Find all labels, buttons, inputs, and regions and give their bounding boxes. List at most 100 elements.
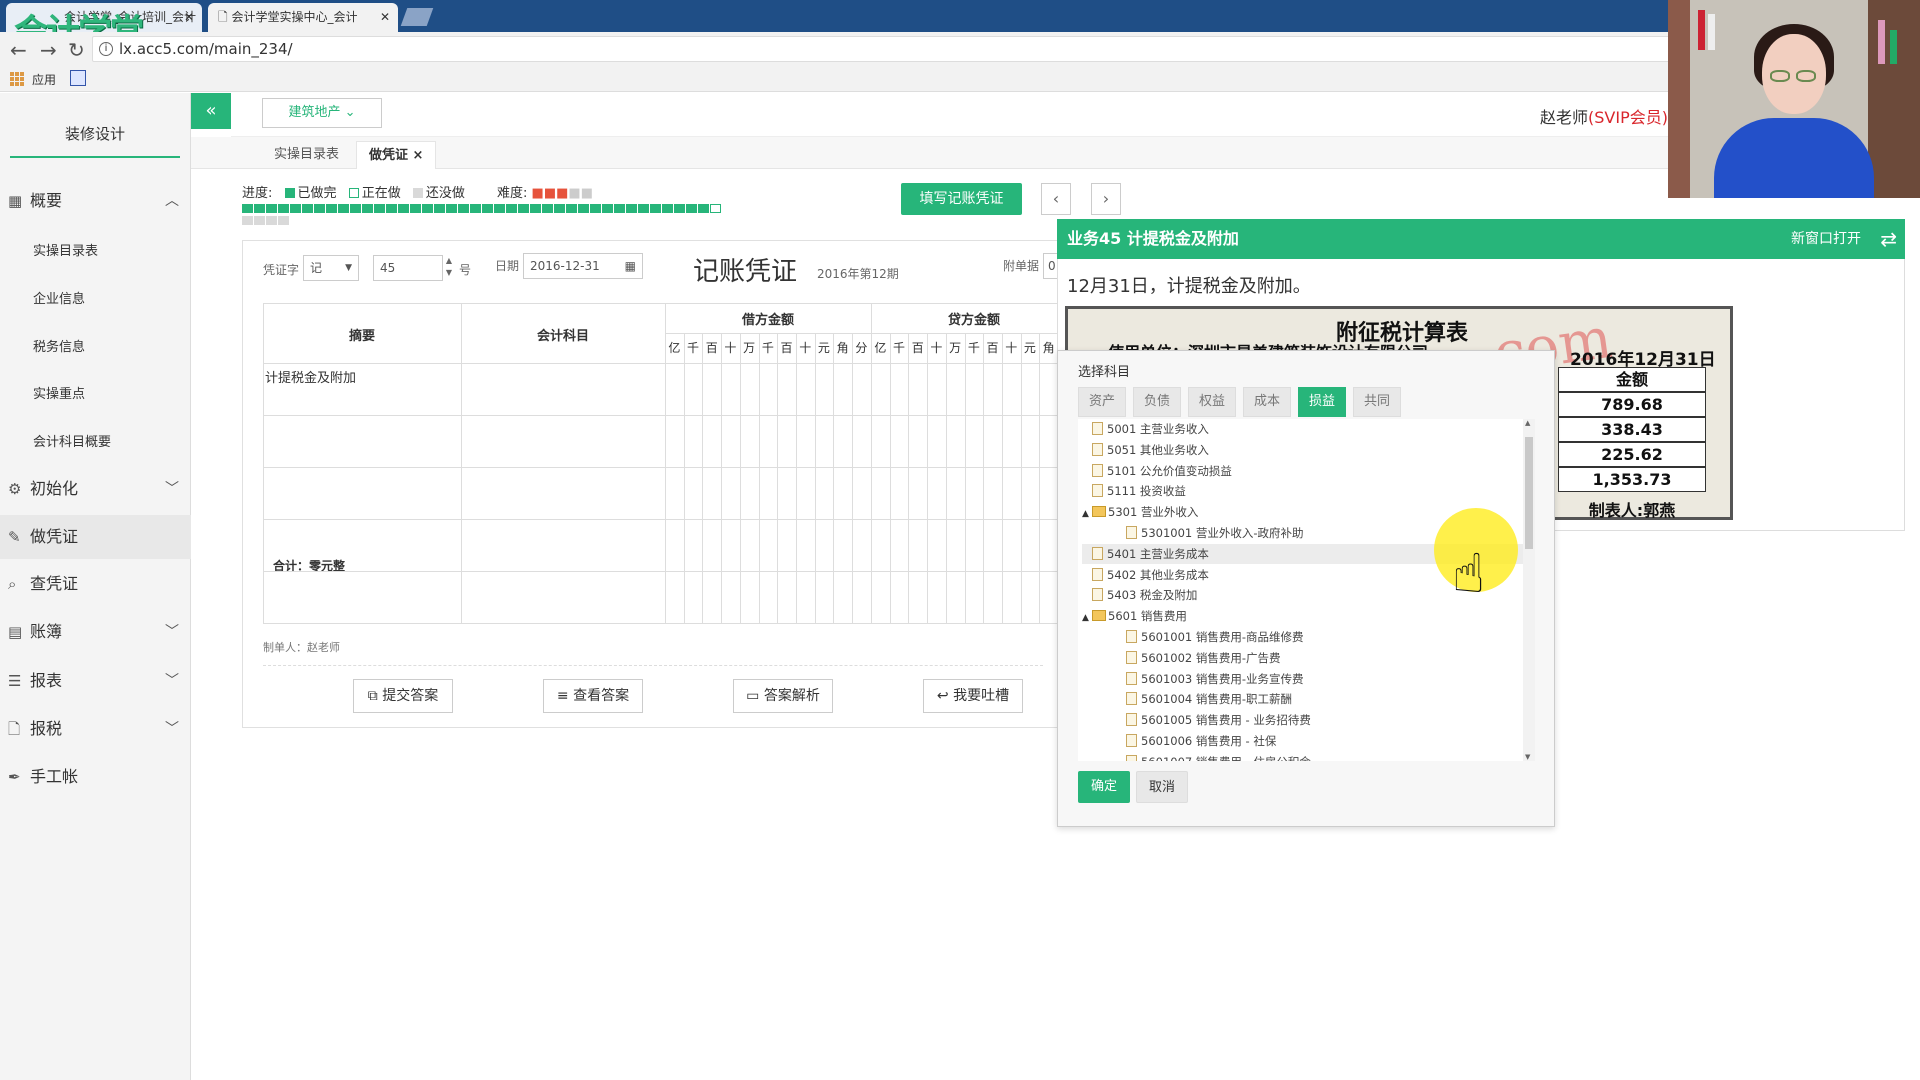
progress-cell-done[interactable]: [242, 204, 253, 213]
progress-cell-done[interactable]: [638, 204, 649, 213]
progress-cell-done[interactable]: [566, 204, 577, 213]
progress-cell-done[interactable]: [386, 204, 397, 213]
close-icon[interactable]: ✕: [380, 3, 390, 32]
progress-cell-done[interactable]: [518, 204, 529, 213]
url-input[interactable]: i lx.acc5.com/main_234/: [92, 36, 1672, 62]
progress-cell-done[interactable]: [698, 204, 709, 213]
progress-cell-done[interactable]: [446, 204, 457, 213]
subject-tab[interactable]: 成本: [1243, 387, 1291, 417]
progress-cell-done[interactable]: [554, 204, 565, 213]
cancel-button[interactable]: 取消: [1136, 771, 1188, 803]
progress-cell-done[interactable]: [422, 204, 433, 213]
close-icon[interactable]: ×: [413, 148, 424, 163]
feedback-button[interactable]: ↩ 我要吐槽: [923, 679, 1023, 713]
tree-item[interactable]: 5601003 销售费用-业务宣传费: [1116, 669, 1523, 689]
next-button[interactable]: ›: [1091, 183, 1121, 215]
progress-cell-done[interactable]: [578, 204, 589, 213]
open-new-window-link[interactable]: 新窗口打开: [1791, 219, 1861, 259]
voucher-date-input[interactable]: 2016-12-31 ▦: [523, 253, 643, 279]
number-stepper[interactable]: ▲ ▼: [443, 255, 455, 281]
progress-cell-done[interactable]: [374, 204, 385, 213]
sidebar-item-tax[interactable]: 🗋 报税 ﹀: [0, 707, 191, 751]
tree-item[interactable]: 5001 主营业务收入: [1082, 419, 1523, 439]
bookmark-icon[interactable]: [70, 70, 86, 86]
progress-cell-done[interactable]: [434, 204, 445, 213]
tab-make-voucher[interactable]: 做凭证 ×: [356, 141, 437, 169]
tree-item[interactable]: 5601006 销售费用 - 社保: [1116, 731, 1523, 751]
progress-cell-done[interactable]: [338, 204, 349, 213]
progress-cell-done[interactable]: [362, 204, 373, 213]
switch-icon[interactable]: ⇄: [1880, 219, 1897, 259]
bookmark-apps[interactable]: 应用: [32, 71, 56, 88]
sidebar-subitem-company[interactable]: 企业信息: [33, 288, 85, 307]
sidebar-item-init[interactable]: ⚙ 初始化 ﹀: [0, 467, 191, 511]
scroll-up-icon[interactable]: ▲: [1525, 419, 1530, 427]
confirm-button[interactable]: 确定: [1078, 771, 1130, 803]
row1-summary[interactable]: 计提税金及附加: [265, 367, 356, 386]
progress-cell-done[interactable]: [662, 204, 673, 213]
sidebar-subitem-key-points[interactable]: 实操重点: [33, 383, 85, 402]
view-answer-button[interactable]: ≡ 查看答案: [543, 679, 643, 713]
progress-cell-done[interactable]: [686, 204, 697, 213]
progress-cell-done[interactable]: [266, 204, 277, 213]
tree-item[interactable]: 5111 投资收益: [1082, 481, 1523, 501]
subject-tab[interactable]: 共同: [1353, 387, 1401, 417]
tree-item[interactable]: 5101 公允价值变动损益: [1082, 461, 1523, 481]
progress-cell-todo[interactable]: [254, 216, 265, 225]
voucher-number-input[interactable]: 45: [373, 255, 443, 281]
tree-folder-item[interactable]: ▲ 5601 销售费用: [1082, 606, 1523, 626]
progress-cell-done[interactable]: [350, 204, 361, 213]
sidebar-subitem-catalog[interactable]: 实操目录表: [33, 240, 98, 259]
sidebar-subitem-accounts[interactable]: 会计科目概要: [33, 431, 111, 450]
tree-item[interactable]: 5601004 销售费用-职工薪酬: [1116, 689, 1523, 709]
answer-explain-button[interactable]: ▭ 答案解析: [733, 679, 833, 713]
progress-cell-todo[interactable]: [242, 216, 253, 225]
collapse-toggle-icon[interactable]: ▲: [1082, 504, 1092, 524]
progress-cell-done[interactable]: [458, 204, 469, 213]
progress-cell-done[interactable]: [470, 204, 481, 213]
subject-tab[interactable]: 负债: [1133, 387, 1181, 417]
sidebar-item-check-voucher[interactable]: ⌕ 查凭证: [0, 562, 191, 606]
subject-tab[interactable]: 损益: [1298, 387, 1346, 417]
sidebar-item-manual[interactable]: ✒ 手工帐: [0, 755, 191, 799]
subject-tab[interactable]: 权益: [1188, 387, 1236, 417]
progress-cell-done[interactable]: [314, 204, 325, 213]
tree-item[interactable]: 5601001 销售费用-商品维修费: [1116, 627, 1523, 647]
reload-icon[interactable]: ↻: [68, 38, 85, 62]
back-icon[interactable]: ←: [10, 38, 27, 62]
apps-icon[interactable]: [10, 72, 24, 86]
progress-cell-done[interactable]: [674, 204, 685, 213]
scrollbar-thumb[interactable]: [1525, 437, 1533, 549]
progress-cell-todo[interactable]: [278, 216, 289, 225]
collapse-sidebar-button[interactable]: «: [191, 93, 231, 129]
close-icon[interactable]: ✕: [184, 3, 194, 32]
progress-cell-done[interactable]: [398, 204, 409, 213]
scroll-down-icon[interactable]: ▼: [1525, 753, 1530, 761]
tree-item[interactable]: 5601007 销售费用 - 住房公积金: [1116, 752, 1523, 761]
new-tab-button[interactable]: [400, 8, 434, 26]
progress-cell-done[interactable]: [614, 204, 625, 213]
progress-cell-done[interactable]: [290, 204, 301, 213]
progress-cell-done[interactable]: [542, 204, 553, 213]
progress-cell-done[interactable]: [530, 204, 541, 213]
sidebar-item-make-voucher[interactable]: ✎ 做凭证: [0, 515, 191, 559]
progress-cell-done[interactable]: [302, 204, 313, 213]
collapse-toggle-icon[interactable]: ▲: [1082, 608, 1092, 628]
user-name[interactable]: 赵老师(SVIP会员): [1540, 104, 1668, 128]
browser-tab-2[interactable]: 🗋 会计学堂实操中心_会计 ✕: [208, 3, 398, 32]
progress-cell-current[interactable]: [710, 204, 721, 213]
voucher-word-select[interactable]: 记 ▼: [303, 255, 359, 281]
tree-item[interactable]: 5601002 销售费用-广告费: [1116, 648, 1523, 668]
progress-cell-done[interactable]: [494, 204, 505, 213]
tree-item[interactable]: 5051 其他业务收入: [1082, 440, 1523, 460]
subject-tab[interactable]: 资产: [1078, 387, 1126, 417]
progress-cell-done[interactable]: [410, 204, 421, 213]
progress-cell-todo[interactable]: [266, 216, 277, 225]
tree-scrollbar[interactable]: ▲ ▼: [1523, 419, 1535, 761]
sidebar-item-report[interactable]: ☰ 报表 ﹀: [0, 659, 191, 703]
sidebar-subitem-tax-info[interactable]: 税务信息: [33, 336, 85, 355]
submit-answer-button[interactable]: ⧉ 提交答案: [353, 679, 453, 713]
prev-button[interactable]: ‹: [1041, 183, 1071, 215]
progress-cell-done[interactable]: [482, 204, 493, 213]
sidebar-item-overview[interactable]: ▦ 概要 ︿: [0, 179, 191, 223]
